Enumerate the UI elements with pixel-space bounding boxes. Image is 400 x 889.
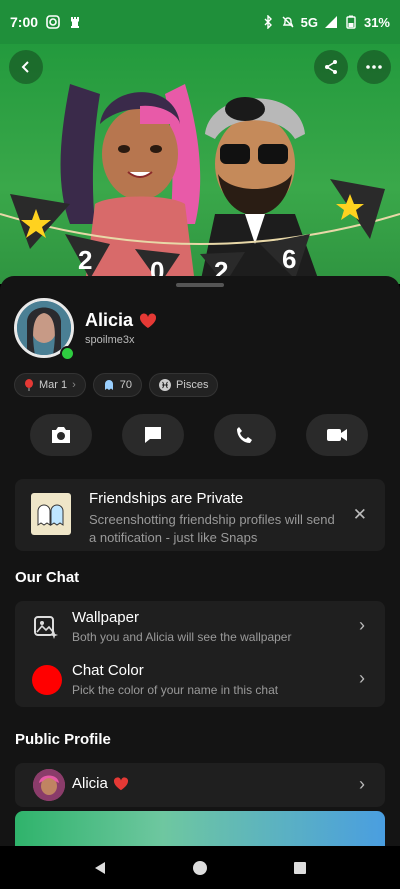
- our-chat-card: Wallpaper Both you and Alicia will see t…: [15, 601, 385, 707]
- birthday-chip[interactable]: Mar 1 ›: [14, 373, 86, 397]
- privacy-body: Screenshotting friendship profiles will …: [89, 512, 335, 545]
- nav-back-icon[interactable]: [92, 860, 108, 876]
- chevron-right-icon: ›: [359, 615, 365, 635]
- public-profile-preview[interactable]: [15, 811, 385, 851]
- signal-icon: [324, 16, 337, 28]
- heart-icon: [113, 776, 128, 790]
- birthday-label: Mar 1: [39, 379, 68, 391]
- zodiac-chip[interactable]: Pisces: [149, 373, 219, 397]
- system-nav-bar: [0, 846, 400, 889]
- camera-icon: [52, 427, 70, 443]
- profile-username: spoilme3x: [85, 334, 135, 346]
- close-icon[interactable]: ✕: [353, 505, 367, 525]
- streak-chip[interactable]: 70: [92, 373, 143, 397]
- chevron-right-icon: ›: [72, 379, 76, 391]
- public-profile-avatar: [33, 769, 65, 801]
- chat-color-title: Chat Color: [72, 662, 144, 679]
- chevron-right-icon: ›: [359, 668, 365, 688]
- wallpaper-subtitle: Both you and Alicia will see the wallpap…: [72, 630, 292, 644]
- video-camera-icon: [327, 429, 347, 441]
- chat-color-swatch: [32, 665, 62, 695]
- wallpaper-title: Wallpaper: [72, 609, 139, 626]
- back-button[interactable]: [9, 50, 43, 84]
- share-icon: [325, 60, 337, 74]
- zodiac-label: Pisces: [176, 379, 209, 391]
- status-bar: 7:00 5G 31%: [0, 0, 400, 44]
- phone-icon: [237, 427, 252, 443]
- friendship-hero: 2 0 2 6: [0, 44, 400, 284]
- more-options-button[interactable]: [357, 50, 391, 84]
- bluetooth-icon: [264, 15, 272, 29]
- more-icon: [366, 65, 382, 69]
- privacy-notice-card: Friendships are Private Screenshotting f…: [15, 479, 385, 551]
- wallpaper-row[interactable]: Wallpaper Both you and Alicia will see t…: [15, 601, 385, 653]
- ghosts-illustration: [31, 493, 71, 535]
- camera-button[interactable]: [30, 414, 92, 456]
- banner-digit-1: 2: [78, 245, 92, 275]
- call-button[interactable]: [214, 414, 276, 456]
- public-profile-row[interactable]: Alicia ›: [15, 763, 385, 807]
- pisces-icon: [159, 379, 172, 391]
- privacy-title: Friendships are Private: [89, 490, 244, 507]
- chevron-right-icon: ›: [359, 774, 365, 794]
- online-indicator: [60, 346, 75, 361]
- banner-digit-4: 6: [282, 244, 296, 274]
- chess-rook-icon: [71, 17, 80, 28]
- chat-button[interactable]: [122, 414, 184, 456]
- public-profile-heading: Public Profile: [15, 731, 111, 748]
- chat-bubble-icon: [145, 427, 161, 443]
- profile-name: Alicia: [85, 310, 134, 330]
- battery-icon: [346, 15, 356, 29]
- chat-color-row[interactable]: Chat Color Pick the color of your name i…: [15, 654, 385, 706]
- chevron-left-icon: [21, 61, 29, 73]
- profile-sheet: Alicia spoilme3x Mar 1 › 70 Pisces Frien…: [0, 276, 400, 851]
- streak-count: 70: [119, 379, 133, 391]
- nav-recents-icon[interactable]: [292, 860, 308, 876]
- drag-handle[interactable]: [176, 283, 224, 287]
- our-chat-heading: Our Chat: [15, 569, 80, 586]
- mute-bell-icon: [282, 16, 294, 28]
- instagram-icon: [46, 15, 60, 29]
- nav-home-icon[interactable]: [192, 860, 208, 876]
- battery-percent: 31%: [363, 14, 390, 30]
- chat-color-subtitle: Pick the color of your name in this chat: [72, 683, 279, 697]
- balloon-icon: [25, 379, 33, 391]
- public-profile-name: Alicia: [72, 775, 108, 792]
- status-time: 7:00: [10, 14, 39, 30]
- video-call-button[interactable]: [306, 414, 368, 456]
- ghost-icon: [104, 380, 113, 390]
- network-label: 5G: [300, 14, 318, 30]
- wallpaper-icon: [34, 616, 58, 639]
- heart-icon: [140, 312, 157, 328]
- share-button[interactable]: [314, 50, 348, 84]
